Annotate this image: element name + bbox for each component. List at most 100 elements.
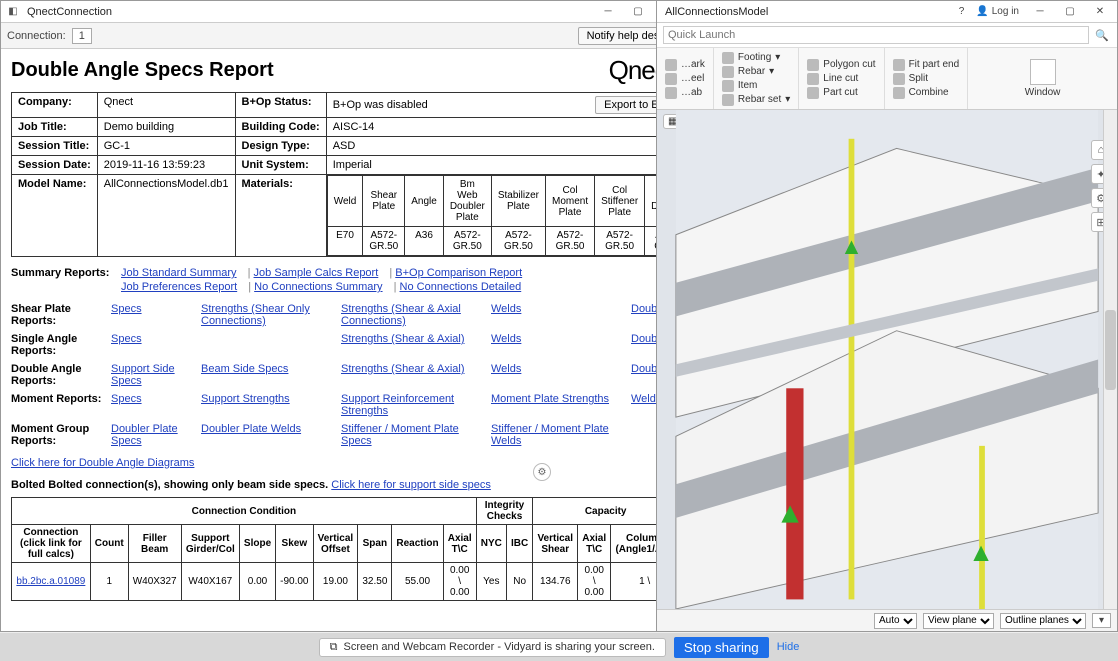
summary-link[interactable]: No Connections Summary <box>254 281 382 293</box>
chevron-down-icon: ▾ <box>769 66 774 77</box>
report-links-grid: Shear Plate Reports:SpecsStrengths (Shea… <box>11 303 679 447</box>
summary-link[interactable]: Job Standard Summary <box>121 267 237 279</box>
report-row-label: Double Angle Reports: <box>11 363 111 387</box>
report-link[interactable]: Doubler Plate Welds <box>201 423 301 435</box>
connections-table: Connection Condition Integrity Checks Ca… <box>11 497 679 601</box>
summary-link[interactable]: No Connections Detailed <box>400 281 522 293</box>
model-title: AllConnectionsModel <box>663 6 953 18</box>
report-link[interactable]: Beam Side Specs <box>201 363 288 375</box>
connection-label: Connection: <box>7 30 66 42</box>
login-button[interactable]: 👤Log in <box>970 6 1025 17</box>
diagrams-link[interactable]: Click here for Double Angle Diagrams <box>11 457 194 469</box>
qnect-toolbar: Connection: 1 Notify help desk... <box>1 23 689 49</box>
window-icon <box>1030 59 1056 85</box>
outline-planes-select[interactable]: Outline planes <box>1000 613 1086 629</box>
report-link[interactable]: Specs <box>111 303 142 315</box>
report-link[interactable]: Stiffener / Moment Plate Welds <box>491 423 609 447</box>
qnect-titlebar: ◧ QnectConnection ─ ▢ ✕ <box>1 1 689 23</box>
model-bottom-bar: Auto View plane Outline planes ▾ <box>657 609 1117 631</box>
report-link[interactable]: Welds <box>491 303 521 315</box>
ribbon-group-edit: Fit part end Split Combine <box>885 48 969 109</box>
polygon-cut-icon <box>807 59 819 71</box>
rebar-icon <box>722 66 734 78</box>
connection-index[interactable]: 1 <box>72 28 92 44</box>
job-info-table: Company: Qnect B+Op Status: B+Op was dis… <box>11 92 689 257</box>
report-row-label: Shear Plate Reports: <box>11 303 111 327</box>
report-link[interactable]: Support Strengths <box>201 393 290 405</box>
help-icon[interactable]: ? <box>953 6 971 17</box>
app-icon: ◧ <box>7 6 19 18</box>
report-link[interactable]: Stiffener / Moment Plate Specs <box>341 423 459 447</box>
minimize-button[interactable]: ─ <box>1025 3 1055 21</box>
maximize-button[interactable]: ▢ <box>1055 3 1085 21</box>
minimize-button[interactable]: ─ <box>593 3 623 21</box>
report-row-label: Single Angle Reports: <box>11 333 111 357</box>
screen-share-bar: ⧉ Screen and Webcam Recorder - Vidyard i… <box>0 633 1118 661</box>
report-link[interactable]: Strengths (Shear Only Connections) <box>201 303 310 327</box>
ribbon: …ark …eel …ab Footing ▾ Rebar ▾ Item Reb… <box>657 48 1117 110</box>
summary-link[interactable]: Job Sample Calcs Report <box>254 267 379 279</box>
report-link[interactable]: Doubler Plate Specs <box>111 423 178 447</box>
view-plane-select[interactable]: View plane <box>923 613 994 629</box>
quick-launch-input[interactable] <box>663 26 1089 44</box>
table-row: bb.2bc.a.01089 1 W40X327 W40X167 0.00 -9… <box>12 563 679 601</box>
stop-sharing-button[interactable]: Stop sharing <box>674 637 769 658</box>
value: Qnect <box>97 93 235 118</box>
label: Company: <box>12 93 98 118</box>
maximize-button[interactable]: ▢ <box>623 3 653 21</box>
fit-part-end-icon <box>893 59 905 71</box>
report-link[interactable]: Strengths (Shear & Axial Connections) <box>341 303 461 327</box>
report-link[interactable]: Specs <box>111 333 142 345</box>
ark-icon <box>665 59 677 71</box>
report-link[interactable]: Support Reinforcement Strengths <box>341 393 454 417</box>
quick-launch-bar: 🔍 <box>657 23 1117 48</box>
group-connection-condition: Connection Condition <box>12 498 477 525</box>
label: B+Op Status: <box>235 93 326 118</box>
close-button[interactable]: ✕ <box>1085 3 1115 21</box>
hide-button[interactable]: Hide <box>777 641 800 653</box>
materials-table: WeldShear PlateAngleBm Web Doubler Plate… <box>327 175 689 256</box>
report-link[interactable]: Welds <box>491 333 521 345</box>
gear-icon[interactable]: ⚙ <box>533 463 551 481</box>
qnect-window: ◧ QnectConnection ─ ▢ ✕ Connection: 1 No… <box>0 0 690 632</box>
footing-icon <box>722 52 734 64</box>
viewport-scrollbar[interactable] <box>1103 110 1117 609</box>
model-titlebar: AllConnectionsModel ? 👤Log in ─ ▢ ✕ <box>657 1 1117 23</box>
chevron-down-icon: ▾ <box>785 94 790 105</box>
report-link[interactable]: Support Side Specs <box>111 363 175 387</box>
ab-icon <box>665 87 677 99</box>
extra-button[interactable]: ▾ <box>1092 613 1111 628</box>
support-side-specs-link[interactable]: Click here for support side specs <box>331 479 491 491</box>
ribbon-group-window[interactable]: Window <box>968 48 1117 109</box>
line-cut-icon <box>807 73 819 85</box>
ribbon-group-obj: …ark …eel …ab <box>657 48 714 109</box>
combine-icon <box>893 87 905 99</box>
connection-link[interactable]: bb.2bc.a.01089 <box>16 576 85 587</box>
share-icon: ⧉ <box>330 641 338 654</box>
report-link[interactable]: Strengths (Shear & Axial) <box>341 363 465 375</box>
report-body: Double Angle Specs Report Qnect Company:… <box>1 49 689 631</box>
value-bop: B+Op was disabled <box>333 99 428 111</box>
rebar-set-icon <box>722 94 734 106</box>
viewport[interactable]: ▦ 📄 › <box>657 110 1117 609</box>
part-cut-icon <box>807 87 819 99</box>
split-icon <box>893 73 905 85</box>
report-row-label: Moment Reports: <box>11 393 111 405</box>
report-link[interactable]: Strengths (Shear & Axial) <box>341 333 465 345</box>
search-icon[interactable]: 🔍 <box>1093 26 1111 44</box>
auto-select[interactable]: Auto <box>874 613 917 629</box>
report-link[interactable]: Specs <box>111 393 142 405</box>
report-link[interactable]: Moment Plate Strengths <box>491 393 609 405</box>
item-icon <box>722 80 734 92</box>
report-row-label: Moment Group Reports: <box>11 423 111 447</box>
model-app-window: AllConnectionsModel ? 👤Log in ─ ▢ ✕ 🔍 …a… <box>656 0 1118 632</box>
summary-link[interactable]: Job Preferences Report <box>121 281 237 293</box>
summary-link[interactable]: B+Op Comparison Report <box>395 267 522 279</box>
ribbon-group-cut: Polygon cut Line cut Part cut <box>799 48 884 109</box>
report-link[interactable]: Welds <box>491 363 521 375</box>
share-message: ⧉ Screen and Webcam Recorder - Vidyard i… <box>319 638 666 657</box>
report-title: Double Angle Specs Report <box>11 59 274 82</box>
ribbon-group-rebar: Footing ▾ Rebar ▾ Item Rebar set ▾ <box>714 48 799 109</box>
eel-icon <box>665 73 677 85</box>
window-title: QnectConnection <box>23 6 593 18</box>
